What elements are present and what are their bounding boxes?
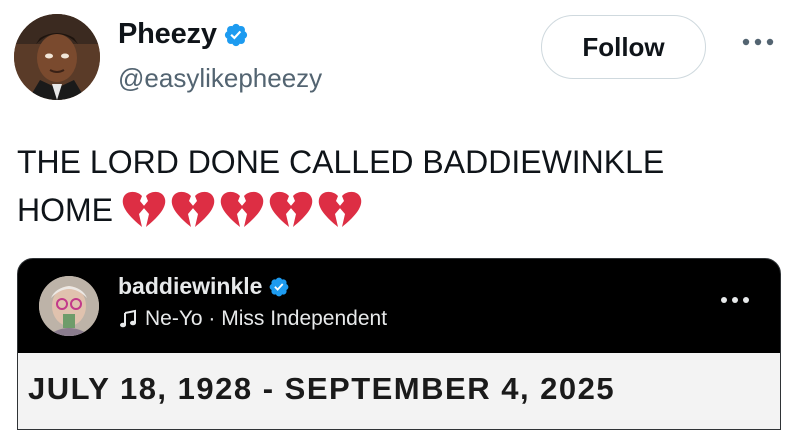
- author-name-row: Pheezy: [118, 18, 249, 51]
- emoji-row: [121, 190, 363, 230]
- more-options-icon[interactable]: [740, 30, 780, 50]
- broken-heart-icon: [317, 190, 363, 230]
- embed-banner-text: JULY 18, 1928 - SEPTEMBER 4, 2025: [28, 371, 616, 406]
- author-display-name[interactable]: Pheezy: [118, 18, 217, 51]
- embed-avatar-illustration: [39, 276, 99, 336]
- embed-avatar[interactable]: [39, 276, 99, 336]
- embed-audio-row[interactable]: Ne-Yo · Miss Independent: [118, 307, 387, 331]
- embed-verified-badge-icon: [268, 276, 290, 298]
- broken-heart-icon: [121, 190, 167, 230]
- broken-heart-icon: [268, 190, 314, 230]
- embedded-video-card[interactable]: baddiewinkle Ne-Yo · Miss Independent JU…: [17, 258, 781, 430]
- broken-heart-icon: [219, 190, 265, 230]
- music-note-icon: [118, 309, 138, 329]
- verified-badge-icon[interactable]: [223, 22, 249, 48]
- tweet-text-block: THE LORD DONE CALLED BADDIEWINKLE HOME: [17, 138, 757, 234]
- embed-name-row: baddiewinkle: [118, 273, 290, 300]
- embed-banner: JULY 18, 1928 - SEPTEMBER 4, 2025: [18, 353, 780, 429]
- avatar-illustration: [14, 14, 100, 100]
- embed-audio-label: Ne-Yo · Miss Independent: [145, 307, 388, 330]
- author-avatar[interactable]: [14, 14, 100, 100]
- follow-button[interactable]: Follow: [541, 15, 706, 79]
- broken-heart-icon: [170, 190, 216, 230]
- embed-username[interactable]: baddiewinkle: [118, 273, 262, 300]
- embed-more-options-icon[interactable]: [718, 293, 754, 307]
- author-handle[interactable]: @easylikepheezy: [118, 63, 322, 94]
